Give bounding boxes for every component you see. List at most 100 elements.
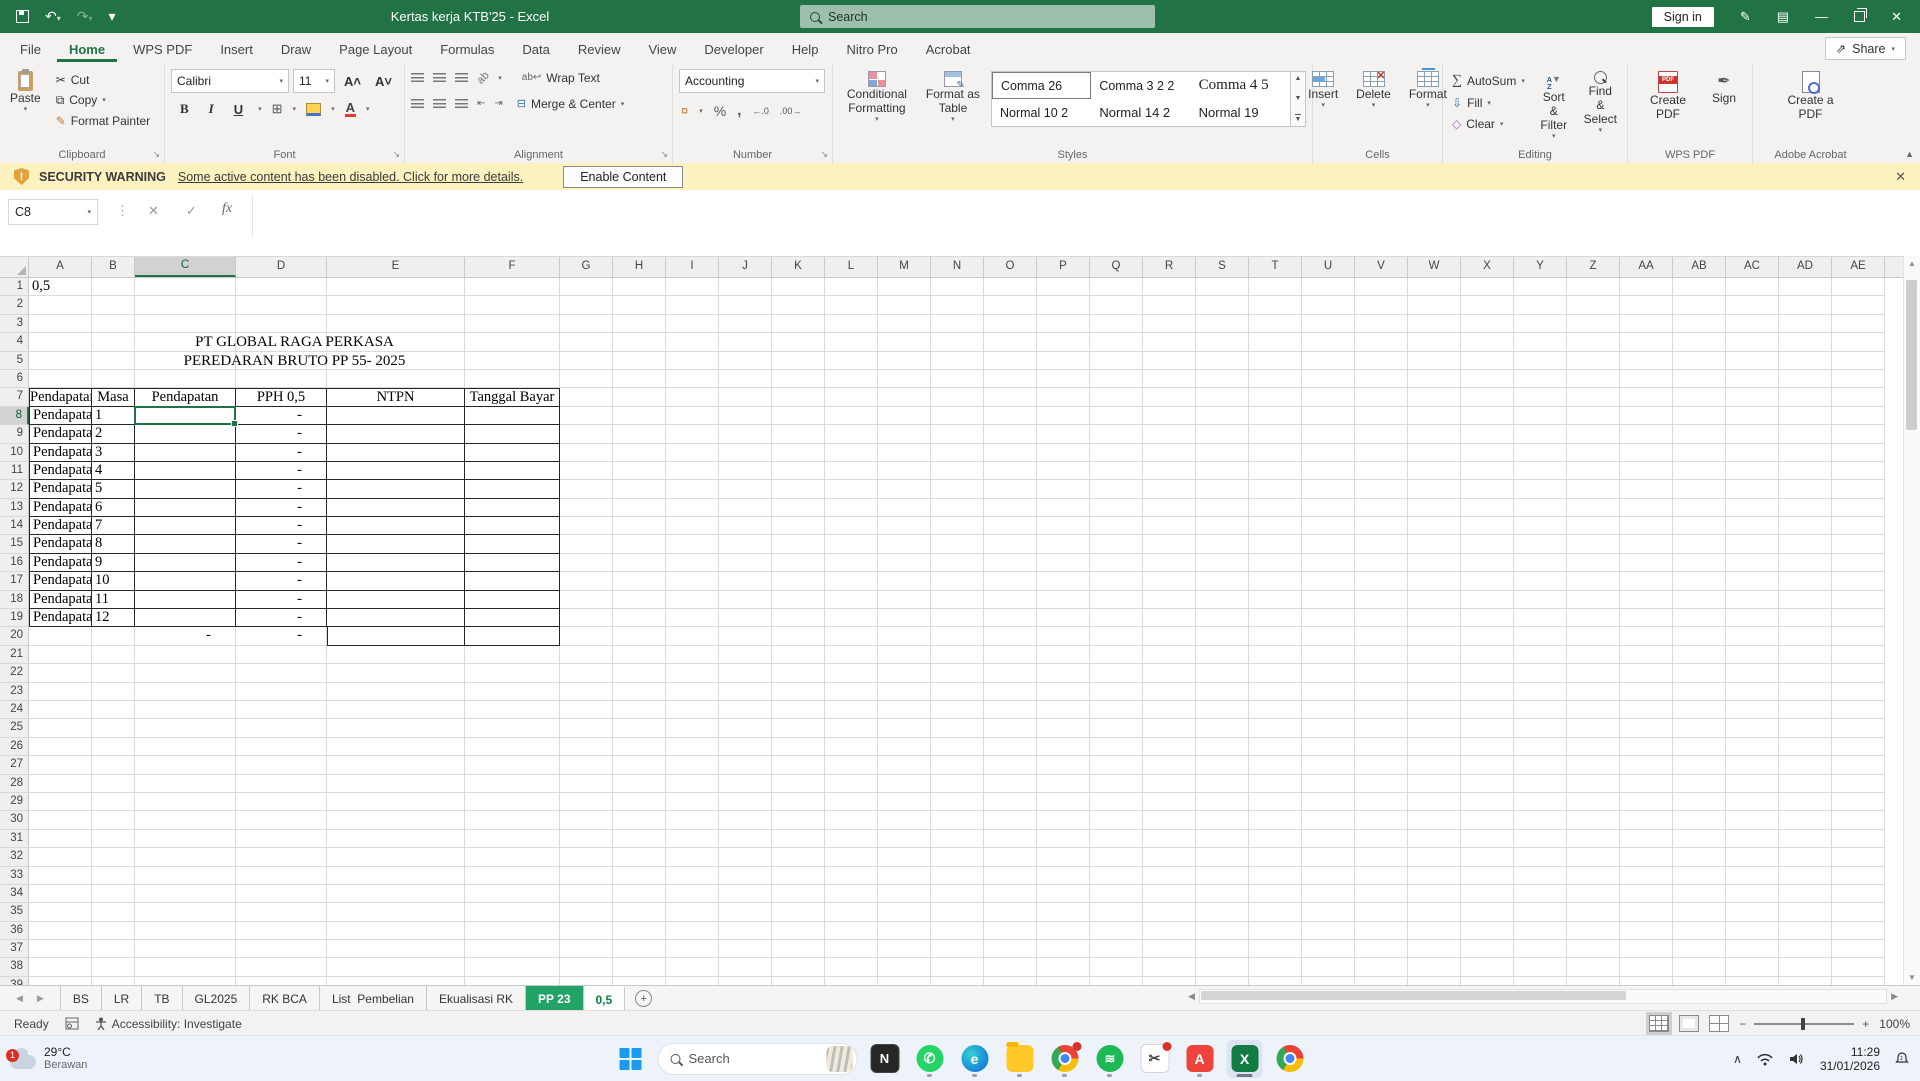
cell-X24[interactable]: [1461, 700, 1514, 720]
next-sheet-icon[interactable]: ▶: [37, 993, 44, 1004]
row-header-20[interactable]: 20: [0, 627, 29, 646]
increase-indent-icon[interactable]: ⇥: [494, 98, 502, 109]
cell-AE12[interactable]: [1832, 480, 1885, 499]
cell-AC24[interactable]: [1726, 700, 1779, 720]
customize-qat-icon[interactable]: ▾: [109, 8, 116, 25]
cell-S37[interactable]: [1196, 940, 1249, 959]
cell-AE26[interactable]: [1832, 737, 1885, 757]
cell-P8[interactable]: [1037, 406, 1090, 426]
cell-AD26[interactable]: [1779, 737, 1832, 757]
cell-AD35[interactable]: [1779, 903, 1832, 922]
cell-AE13[interactable]: [1832, 498, 1885, 518]
cell-J23[interactable]: [719, 682, 772, 701]
cell-J22[interactable]: [719, 664, 772, 683]
cell-O7[interactable]: [984, 388, 1037, 407]
cell-C24[interactable]: [135, 700, 236, 720]
cell-S1[interactable]: [1196, 278, 1249, 297]
cell-E38[interactable]: [327, 958, 465, 977]
save-icon[interactable]: [16, 10, 29, 23]
cell-H29[interactable]: [613, 792, 666, 812]
cell-O31[interactable]: [984, 829, 1037, 849]
cell-H23[interactable]: [613, 682, 666, 701]
row-header-38[interactable]: 38: [0, 958, 29, 977]
cell-AD18[interactable]: [1779, 590, 1832, 610]
cell-AB32[interactable]: [1673, 848, 1726, 867]
cell-S36[interactable]: [1196, 921, 1249, 941]
cell-AD20[interactable]: [1779, 627, 1832, 646]
cell-V26[interactable]: [1355, 737, 1408, 757]
cell-J26[interactable]: [719, 737, 772, 757]
cell-U15[interactable]: [1302, 535, 1355, 554]
cell-N24[interactable]: [931, 700, 984, 720]
cell-E31[interactable]: [327, 829, 465, 849]
cell-G11[interactable]: [560, 461, 613, 481]
row-header-13[interactable]: 13: [0, 498, 29, 518]
cell-R35[interactable]: [1143, 903, 1196, 922]
cell-AD34[interactable]: [1779, 884, 1832, 904]
cell-N16[interactable]: [931, 553, 984, 573]
cell-C4[interactable]: [135, 333, 236, 352]
cell-AC5[interactable]: [1726, 351, 1779, 370]
sheet-tab-0-5[interactable]: 0,5: [583, 986, 626, 1011]
cell-AD12[interactable]: [1779, 480, 1832, 499]
column-header-s[interactable]: S: [1196, 257, 1249, 277]
cell-M6[interactable]: [878, 369, 931, 389]
cell-B12[interactable]: 5: [92, 480, 135, 499]
cell-E16[interactable]: [327, 553, 465, 573]
cell-L4[interactable]: [825, 333, 878, 352]
cell-AD6[interactable]: [1779, 369, 1832, 389]
cell-E18[interactable]: [327, 590, 465, 610]
cell-AB6[interactable]: [1673, 369, 1726, 389]
cell-Z10[interactable]: [1567, 443, 1620, 462]
cell-C11[interactable]: [135, 461, 236, 481]
cell-M36[interactable]: [878, 921, 931, 941]
cell-G23[interactable]: [560, 682, 613, 701]
cell-AA25[interactable]: [1620, 719, 1673, 738]
cell-W27[interactable]: [1408, 756, 1461, 775]
cell-Z15[interactable]: [1567, 535, 1620, 554]
cell-O17[interactable]: [984, 572, 1037, 591]
cell-N2[interactable]: [931, 296, 984, 315]
cell-G35[interactable]: [560, 903, 613, 922]
cell-I17[interactable]: [666, 572, 719, 591]
row-header-37[interactable]: 37: [0, 940, 29, 959]
cell-P7[interactable]: [1037, 388, 1090, 407]
wifi-icon[interactable]: [1756, 1052, 1774, 1066]
cell-W29[interactable]: [1408, 792, 1461, 812]
cell-K36[interactable]: [772, 921, 825, 941]
merge-center-button[interactable]: ⊟ Merge & Center ▾: [514, 95, 627, 112]
cell-AB23[interactable]: [1673, 682, 1726, 701]
horizontal-scrollbar[interactable]: ◀ ▶: [1188, 989, 1898, 1004]
column-header-t[interactable]: T: [1249, 257, 1302, 277]
cell-U32[interactable]: [1302, 848, 1355, 867]
cell-AA14[interactable]: [1620, 517, 1673, 536]
cell-D10[interactable]: -: [236, 443, 327, 462]
cell-U29[interactable]: [1302, 792, 1355, 812]
cell-Y18[interactable]: [1514, 590, 1567, 610]
cell-X25[interactable]: [1461, 719, 1514, 738]
cell-X20[interactable]: [1461, 627, 1514, 646]
cell-AB9[interactable]: [1673, 425, 1726, 444]
cell-A37[interactable]: [29, 940, 92, 959]
cell-K9[interactable]: [772, 425, 825, 444]
cell-AC36[interactable]: [1726, 921, 1779, 941]
cell-S18[interactable]: [1196, 590, 1249, 610]
cell-AA21[interactable]: [1620, 645, 1673, 665]
cell-X1[interactable]: [1461, 278, 1514, 297]
cell-AD15[interactable]: [1779, 535, 1832, 554]
cell-J35[interactable]: [719, 903, 772, 922]
zoom-thumb[interactable]: [1801, 1017, 1806, 1030]
cell-U22[interactable]: [1302, 664, 1355, 683]
cell-U19[interactable]: [1302, 609, 1355, 628]
cell-AA3[interactable]: [1620, 314, 1673, 334]
cell-N9[interactable]: [931, 425, 984, 444]
cell-E3[interactable]: [327, 314, 465, 334]
cell-Z9[interactable]: [1567, 425, 1620, 444]
cell-I1[interactable]: [666, 278, 719, 297]
cell-K3[interactable]: [772, 314, 825, 334]
cell-X10[interactable]: [1461, 443, 1514, 462]
cell-B6[interactable]: [92, 369, 135, 389]
cell-AE9[interactable]: [1832, 425, 1885, 444]
cell-T32[interactable]: [1249, 848, 1302, 867]
cell-X22[interactable]: [1461, 664, 1514, 683]
